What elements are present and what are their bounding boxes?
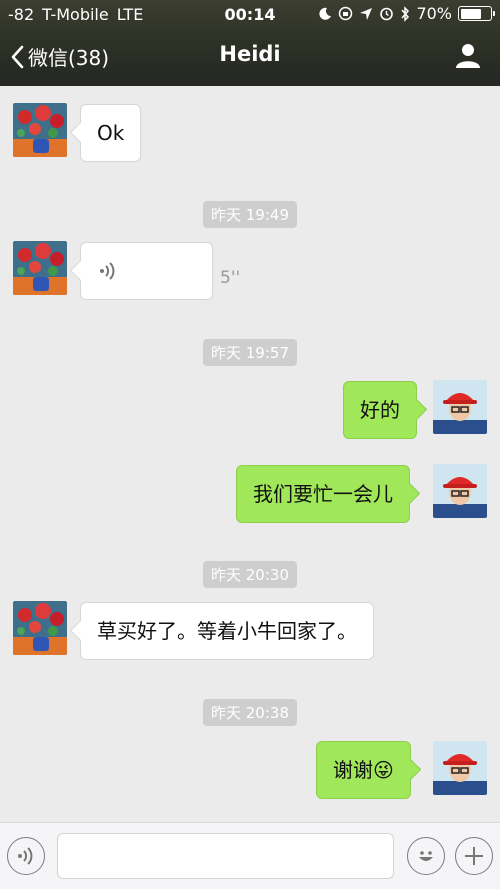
moon-icon [319, 7, 332, 20]
timestamp-text: 昨天 19:49 [203, 201, 297, 228]
emoji-button[interactable] [407, 837, 445, 875]
message-text: 草买好了。等着小牛回家了。 [97, 619, 357, 643]
voice-input-button[interactable] [7, 837, 45, 875]
message-timestamp: 昨天 19:49 [0, 201, 500, 228]
person-icon [456, 44, 480, 68]
nav-bar: 微信(38) Heidi [0, 28, 500, 86]
message-bubble[interactable]: 草买好了。等着小牛回家了。 [80, 602, 374, 660]
contact-profile-button[interactable] [454, 41, 482, 73]
alarm-icon [380, 7, 394, 21]
message-text: 谢谢😜 [333, 758, 394, 782]
bluetooth-icon [401, 5, 410, 22]
status-icons: 70% [318, 4, 495, 23]
timestamp-text: 昨天 20:30 [203, 561, 297, 588]
timestamp-text: 昨天 19:57 [203, 339, 297, 366]
orientation-lock-icon [339, 6, 353, 21]
voice-wave-icon [18, 847, 33, 865]
self-avatar[interactable] [433, 380, 487, 434]
location-icon [360, 7, 373, 20]
chat-title: Heidi [219, 42, 281, 66]
more-options-button[interactable] [455, 837, 493, 875]
voice-duration: 5'' [220, 268, 241, 288]
message-bubble[interactable]: 谢谢😜 [316, 741, 411, 799]
message-timestamp: 昨天 20:30 [0, 561, 500, 588]
message-text: 好的 [360, 398, 400, 422]
timestamp-text: 昨天 20:38 [203, 699, 297, 726]
self-avatar[interactable] [433, 464, 487, 518]
message-bubble[interactable]: Ok [80, 104, 142, 162]
voice-wave-icon [100, 262, 115, 280]
plus-icon [465, 847, 483, 865]
message-bubble[interactable]: 好的 [343, 381, 417, 439]
voice-message-bubble[interactable] [80, 242, 213, 300]
self-avatar[interactable] [433, 741, 487, 795]
top-bar: -82 T-Mobile LTE 00:14 70% 微信(38) Heidi [0, 0, 500, 86]
message-input[interactable] [57, 833, 394, 879]
battery-percent: 70% [416, 4, 452, 23]
battery-level [460, 8, 481, 19]
status-bar: -82 T-Mobile LTE 00:14 70% [0, 0, 500, 28]
contact-avatar[interactable] [13, 241, 67, 295]
message-text: 我们要忙一会儿 [253, 482, 393, 506]
battery-icon [458, 6, 495, 21]
message-timestamp: 昨天 19:57 [0, 339, 500, 366]
input-toolbar [0, 822, 500, 889]
message-timestamp: 昨天 20:38 [0, 699, 500, 726]
chat-area[interactable]: Ok 昨天 19:49 5'' 昨天 19:57 好的 我们要忙一会儿 昨天 2… [0, 86, 500, 822]
contact-avatar[interactable] [13, 601, 67, 655]
message-text: Ok [97, 121, 125, 145]
contact-avatar[interactable] [13, 103, 67, 157]
smiley-icon [419, 851, 433, 861]
message-bubble[interactable]: 我们要忙一会儿 [236, 465, 410, 523]
